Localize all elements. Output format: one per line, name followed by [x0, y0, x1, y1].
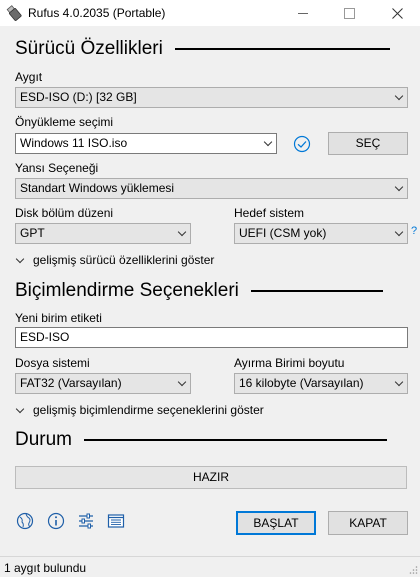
progress-text: HAZIR — [193, 470, 229, 484]
usb-drive-icon — [6, 5, 22, 21]
info-icon[interactable] — [47, 512, 65, 530]
section-title-text: Sürücü Özellikleri — [15, 38, 163, 59]
section-divider — [250, 290, 383, 292]
chevron-down-icon — [394, 182, 404, 192]
start-button[interactable]: BAŞLAT — [236, 511, 316, 535]
section-divider — [84, 439, 388, 441]
minimize-button[interactable] — [280, 0, 326, 26]
volume-label-input[interactable]: ESD-ISO — [15, 327, 408, 348]
resize-grip-icon[interactable] — [408, 565, 418, 575]
target-system-label: Hedef sistem — [234, 206, 305, 220]
advanced-format-toggle-text: gelişmiş biçimlendirme seçeneklerini gös… — [33, 403, 264, 417]
volume-label-label: Yeni birim etiketi — [15, 311, 102, 325]
file-system-value: FAT32 (Varsayılan) — [20, 376, 122, 390]
status-bar: 1 aygıt bulundu — [0, 556, 420, 577]
advanced-drive-toggle[interactable]: gelişmiş sürücü özelliklerini göster — [15, 253, 215, 267]
device-label: Aygıt — [15, 70, 43, 84]
section-title-text: Biçimlendirme Seçenekleri — [15, 280, 239, 301]
maximize-button[interactable] — [326, 0, 372, 26]
drive-properties-heading: Sürücü Özellikleri — [15, 38, 390, 60]
minimize-icon — [298, 12, 308, 14]
device-value: ESD-ISO (D:) [32 GB] — [20, 90, 137, 104]
chevron-down-icon — [177, 377, 187, 387]
title-bar[interactable]: Rufus 4.0.2035 (Portable) — [0, 0, 420, 26]
globe-icon[interactable] — [16, 512, 34, 530]
chevron-down-icon — [394, 377, 404, 387]
cluster-size-value: 16 kilobyte (Varsayılan) — [239, 376, 364, 390]
maximize-icon — [343, 7, 355, 19]
target-system-value: UEFI (CSM yok) — [239, 226, 327, 240]
window-title: Rufus 4.0.2035 (Portable) — [28, 6, 166, 20]
select-image-button[interactable]: SEÇ — [328, 132, 408, 155]
image-option-label: Yansı Seçeneği — [15, 161, 99, 175]
close-button[interactable]: KAPAT — [328, 511, 408, 535]
status-heading: Durum — [15, 429, 388, 451]
boot-selection-dropdown[interactable]: Windows 11 ISO.iso — [15, 133, 277, 154]
file-system-label: Dosya sistemi — [15, 356, 90, 370]
status-text: 1 aygıt bulundu — [4, 561, 87, 575]
format-options-heading: Biçimlendirme Seçenekleri — [15, 280, 383, 302]
partition-scheme-label: Disk bölüm düzeni — [15, 206, 114, 220]
advanced-format-toggle[interactable]: gelişmiş biçimlendirme seçeneklerini gös… — [15, 403, 264, 417]
section-divider — [174, 48, 390, 50]
check-hash-icon[interactable] — [293, 135, 311, 153]
close-window-button[interactable] — [374, 0, 420, 26]
file-system-dropdown[interactable]: FAT32 (Varsayılan) — [15, 373, 191, 394]
chevron-down-icon — [177, 227, 187, 237]
chevron-down-icon — [394, 91, 404, 101]
chevron-down-icon — [394, 227, 404, 237]
status-progress-bar: HAZIR — [15, 466, 407, 489]
log-icon[interactable] — [107, 512, 125, 530]
partition-scheme-value: GPT — [20, 226, 45, 240]
settings-sliders-icon[interactable] — [77, 512, 95, 530]
image-option-dropdown[interactable]: Standart Windows yüklemesi — [15, 178, 408, 199]
advanced-drive-toggle-text: gelişmiş sürücü özelliklerini göster — [33, 253, 215, 267]
image-option-value: Standart Windows yüklemesi — [20, 181, 175, 195]
chevron-down-icon — [15, 404, 25, 413]
cluster-size-label: Ayırma Birimi boyutu — [234, 356, 345, 370]
section-title-text: Durum — [15, 429, 73, 450]
cluster-size-dropdown[interactable]: 16 kilobyte (Varsayılan) — [234, 373, 408, 394]
boot-selection-label: Önyükleme seçimi — [15, 115, 114, 129]
device-dropdown[interactable]: ESD-ISO (D:) [32 GB] — [15, 87, 408, 108]
target-system-help[interactable]: ? — [411, 225, 417, 237]
chevron-down-icon — [15, 254, 25, 263]
close-icon — [391, 7, 403, 19]
boot-selection-value: Windows 11 ISO.iso — [20, 136, 128, 150]
chevron-down-icon — [263, 137, 273, 147]
target-system-dropdown[interactable]: UEFI (CSM yok) — [234, 223, 408, 244]
partition-scheme-dropdown[interactable]: GPT — [15, 223, 191, 244]
